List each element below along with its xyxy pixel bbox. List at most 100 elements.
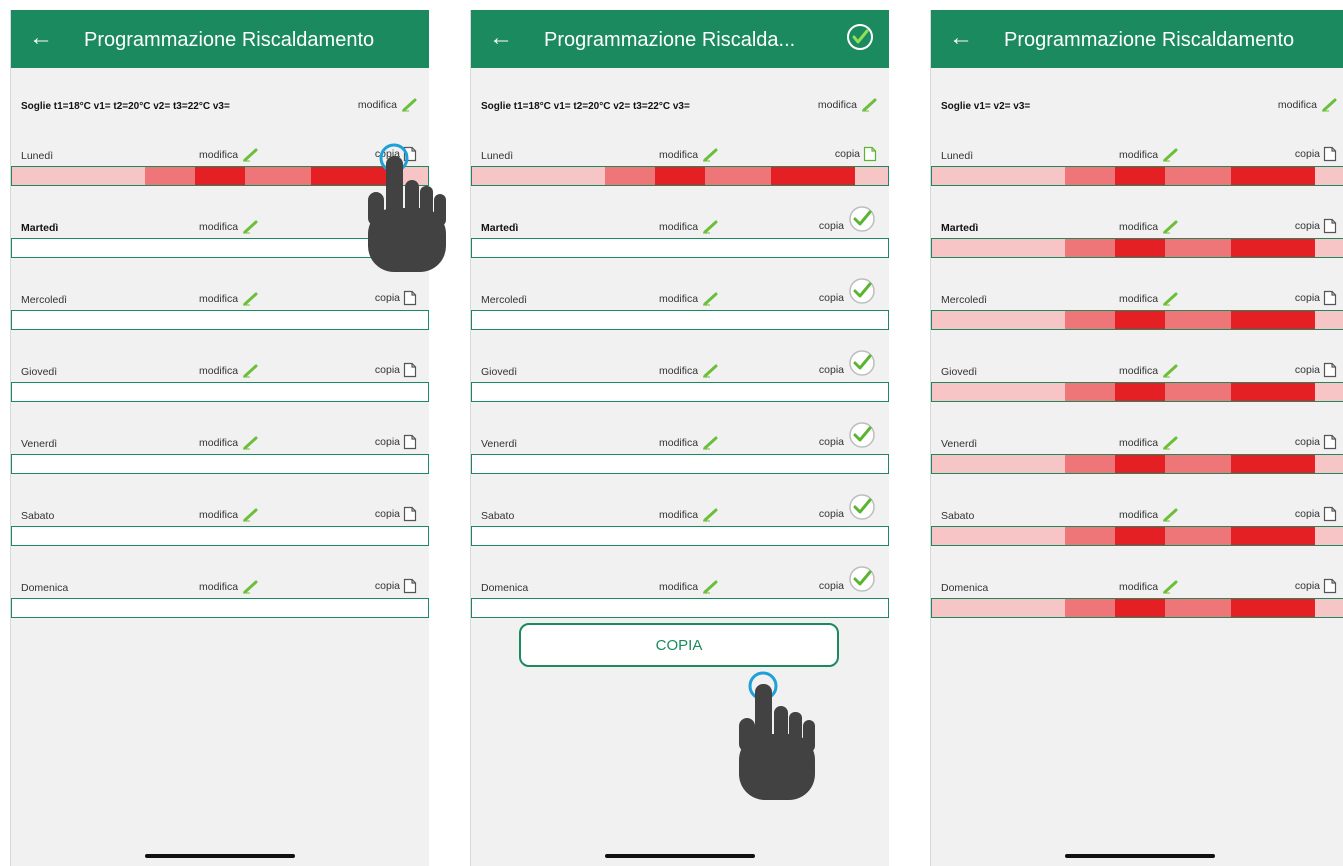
day-schedule-bar[interactable] [11,526,429,546]
day-copy-button[interactable]: copia [375,506,417,522]
day-schedule-bar[interactable] [931,526,1343,546]
day-edit-button[interactable]: modifica [199,436,258,450]
schedule-segment [1314,311,1343,329]
thresholds-edit-button[interactable]: modifica [1278,98,1337,112]
check-circle-icon [849,278,875,304]
day-name: Giovedì [21,366,58,378]
day-edit-button[interactable]: modifica [659,148,718,162]
back-arrow-icon[interactable]: ← [489,24,513,52]
day-copy-button[interactable]: copia [819,278,877,306]
day-schedule-bar[interactable] [11,598,429,618]
day-edit-button[interactable]: modifica [659,292,718,306]
copy-page-icon [1323,362,1337,378]
day-schedule-bar[interactable] [471,526,889,546]
day-row: Martedì modifica copia [471,206,889,282]
day-schedule-bar[interactable] [471,454,889,474]
schedule-segment [1065,311,1116,329]
day-copy-button[interactable]: copia [1295,290,1337,306]
schedule-segment [932,311,1066,329]
day-edit-button[interactable]: modifica [659,364,718,378]
day-schedule-bar[interactable] [471,382,889,402]
day-edit-button[interactable]: modifica [199,148,258,162]
schedule-segment [1164,599,1232,617]
schedule-segment [605,167,656,185]
day-copy-button[interactable]: copia [1295,578,1337,594]
day-name: Lunedì [481,150,514,162]
day-edit-button[interactable]: modifica [1119,508,1178,522]
day-copy-button[interactable]: copia [819,566,877,594]
schedule-segment [145,167,196,185]
day-copy-button[interactable]: copia [375,434,417,450]
day-edit-button[interactable]: modifica [199,220,258,234]
day-copy-button[interactable]: copia [1295,146,1337,162]
schedule-segment [655,167,705,185]
day-edit-button[interactable]: modifica [659,220,718,234]
thresholds-edit-button[interactable]: modifica [358,98,417,112]
day-copy-button[interactable]: copia [375,290,417,306]
day-schedule-bar[interactable] [11,382,429,402]
day-copy-button[interactable]: copia [1295,434,1337,450]
schedule-segment [932,383,1066,401]
day-copy-button[interactable]: copia [1295,506,1337,522]
day-schedule-bar[interactable] [931,310,1343,330]
day-row: Giovedì modifica copia [471,350,889,426]
day-name: Sabato [481,510,515,522]
day-copy-button[interactable]: copia [375,578,417,594]
day-edit-button[interactable]: modifica [1119,436,1178,450]
edit-label: modifica [817,99,857,111]
day-copy-button[interactable]: copia [819,422,877,450]
day-copy-button[interactable]: copia [819,206,877,234]
copy-label: copia [834,148,860,160]
day-edit-button[interactable]: modifica [1119,148,1178,162]
day-edit-button[interactable]: modifica [659,508,718,522]
thresholds-edit-button[interactable]: modifica [818,98,877,112]
day-name: Lunedì [941,150,974,162]
thresholds-label: Soglie t1=18°C v1= t2=20°C v2= t3=22°C v… [21,101,230,112]
day-schedule-bar[interactable] [471,166,889,186]
pencil-icon [402,98,417,112]
day-edit-button[interactable]: modifica [1119,580,1178,594]
copy-label: copia [374,292,400,304]
day-copy-button[interactable]: copia [375,362,417,378]
app-header: ← Programmazione Riscaldamento [11,10,429,68]
confirm-check-icon[interactable] [845,22,875,52]
day-copy-button[interactable]: copia [819,350,877,378]
pencil-icon [243,364,258,378]
pencil-icon [1163,364,1178,378]
day-copy-button[interactable]: copia [1295,218,1337,234]
day-edit-button[interactable]: modifica [199,508,258,522]
day-schedule-bar[interactable] [471,598,889,618]
day-copy-button[interactable]: copia [1295,362,1337,378]
day-schedule-bar[interactable] [471,238,889,258]
day-schedule-bar[interactable] [931,166,1343,186]
day-copy-button[interactable]: copia [819,494,877,522]
day-edit-button[interactable]: modifica [1119,220,1178,234]
back-arrow-icon[interactable]: ← [949,24,973,52]
day-edit-button[interactable]: modifica [199,364,258,378]
back-arrow-icon[interactable]: ← [29,24,53,52]
day-schedule-bar[interactable] [11,454,429,474]
day-edit-button[interactable]: modifica [1119,292,1178,306]
day-row: Venerdì modifica copia [471,422,889,498]
copy-page-icon [403,578,417,594]
day-name: Venerdì [941,438,978,450]
day-edit-button[interactable]: modifica [659,436,718,450]
day-name: Domenica [21,582,69,594]
day-edit-button[interactable]: modifica [659,580,718,594]
day-edit-button[interactable]: modifica [1119,364,1178,378]
day-schedule-bar[interactable] [471,310,889,330]
day-schedule-bar[interactable] [931,598,1343,618]
pencil-icon [703,364,718,378]
day-edit-button[interactable]: modifica [199,292,258,306]
copy-page-icon [403,434,417,450]
day-schedule-bar[interactable] [931,238,1343,258]
day-edit-button[interactable]: modifica [199,580,258,594]
pencil-icon [243,292,258,306]
day-copy-button[interactable]: copia [835,146,877,162]
day-schedule-bar[interactable] [931,454,1343,474]
day-schedule-bar[interactable] [11,310,429,330]
day-schedule-bar[interactable] [931,382,1343,402]
copy-page-icon [1323,578,1337,594]
schedule-segment [771,167,855,185]
copy-button[interactable]: COPIA [519,623,839,667]
